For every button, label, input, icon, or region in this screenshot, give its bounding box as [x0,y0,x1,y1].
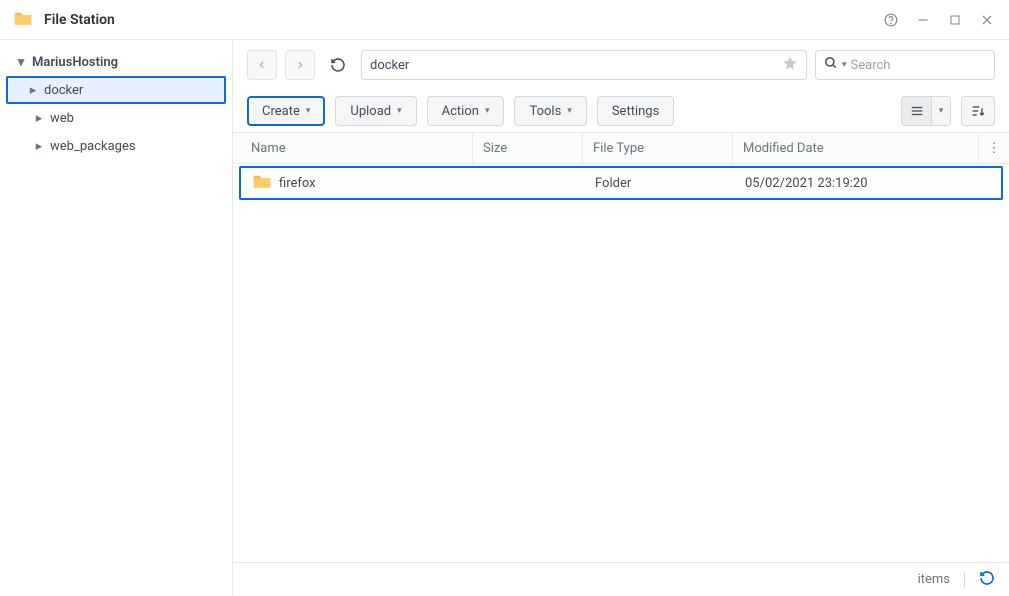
nav-forward-button[interactable] [285,50,315,80]
row-type: Folder [585,176,735,191]
path-field-wrap [361,50,807,80]
star-icon[interactable] [782,55,798,75]
sort-button[interactable] [961,96,995,126]
sidebar-item-web[interactable]: ▸ web [6,104,226,132]
sidebar-item-label: web_packages [50,139,136,154]
tools-button[interactable]: Tools▾ [514,96,586,126]
chevron-down-icon: ▾ [16,55,26,70]
app-folder-icon [14,10,34,30]
create-button[interactable]: Create▾ [247,96,325,126]
maximize-icon[interactable] [947,12,963,28]
row-date: 05/02/2021 23:19:20 [735,176,1001,191]
tree-root[interactable]: ▾ MariusHosting [6,48,226,76]
sidebar-item-label: docker [44,83,83,98]
sidebar-item-web-packages[interactable]: ▸ web_packages [6,132,226,160]
action-button[interactable]: Action▾ [427,96,505,126]
titlebar: File Station [0,0,1009,40]
view-list-button[interactable] [902,97,932,125]
chevron-right-icon: ▸ [34,111,44,126]
main-panel: ▾ Create▾ Upload▾ Action▾ Tools▾ Setting… [233,40,1009,596]
help-icon[interactable] [883,12,899,28]
items-label: items [918,572,950,587]
caret-down-icon: ▾ [397,106,402,116]
table-row[interactable]: firefox Folder 05/02/2021 23:19:20 [239,166,1003,200]
column-header-type[interactable]: File Type [583,133,733,163]
settings-button[interactable]: Settings [597,96,674,126]
search-input[interactable] [851,58,1009,73]
column-header-name[interactable]: Name [233,133,473,163]
reload-button[interactable] [323,50,353,80]
column-header-size[interactable]: Size [473,133,583,163]
table-header: Name Size File Type Modified Date ⋮ [233,132,1009,164]
sidebar: ▾ MariusHosting ▸ docker ▸ web ▸ web_pac… [0,40,233,596]
path-input[interactable] [370,58,782,73]
minimize-icon[interactable] [915,12,931,28]
sidebar-item-label: web [50,111,74,126]
search-caret-icon[interactable]: ▾ [842,60,847,70]
tree-root-label: MariusHosting [32,55,118,70]
view-dropdown-button[interactable]: ▾ [932,97,950,125]
action-toolbar: Create▾ Upload▾ Action▾ Tools▾ Settings … [233,90,1009,132]
statusbar-reload-button[interactable] [979,570,995,590]
app-title: File Station [44,12,883,28]
nav-toolbar: ▾ [233,40,1009,90]
nav-back-button[interactable] [247,50,277,80]
divider [964,572,965,588]
column-header-date[interactable]: Modified Date [733,133,979,163]
caret-down-icon: ▾ [485,106,490,116]
view-mode-group: ▾ [901,96,951,126]
chevron-right-icon: ▸ [28,83,38,98]
column-menu-button[interactable]: ⋮ [979,133,1009,163]
folder-icon [253,173,271,193]
table-body: firefox Folder 05/02/2021 23:19:20 [233,164,1009,562]
row-name: firefox [279,176,316,191]
close-icon[interactable] [979,12,995,28]
upload-button[interactable]: Upload▾ [335,96,416,126]
chevron-right-icon: ▸ [34,139,44,154]
sidebar-item-docker[interactable]: ▸ docker [6,76,226,104]
caret-down-icon: ▾ [567,106,572,116]
search-icon [824,56,838,74]
caret-down-icon: ▾ [306,106,311,116]
window-controls [883,12,995,28]
search-field-wrap: ▾ [815,50,995,80]
statusbar: items [233,562,1009,596]
